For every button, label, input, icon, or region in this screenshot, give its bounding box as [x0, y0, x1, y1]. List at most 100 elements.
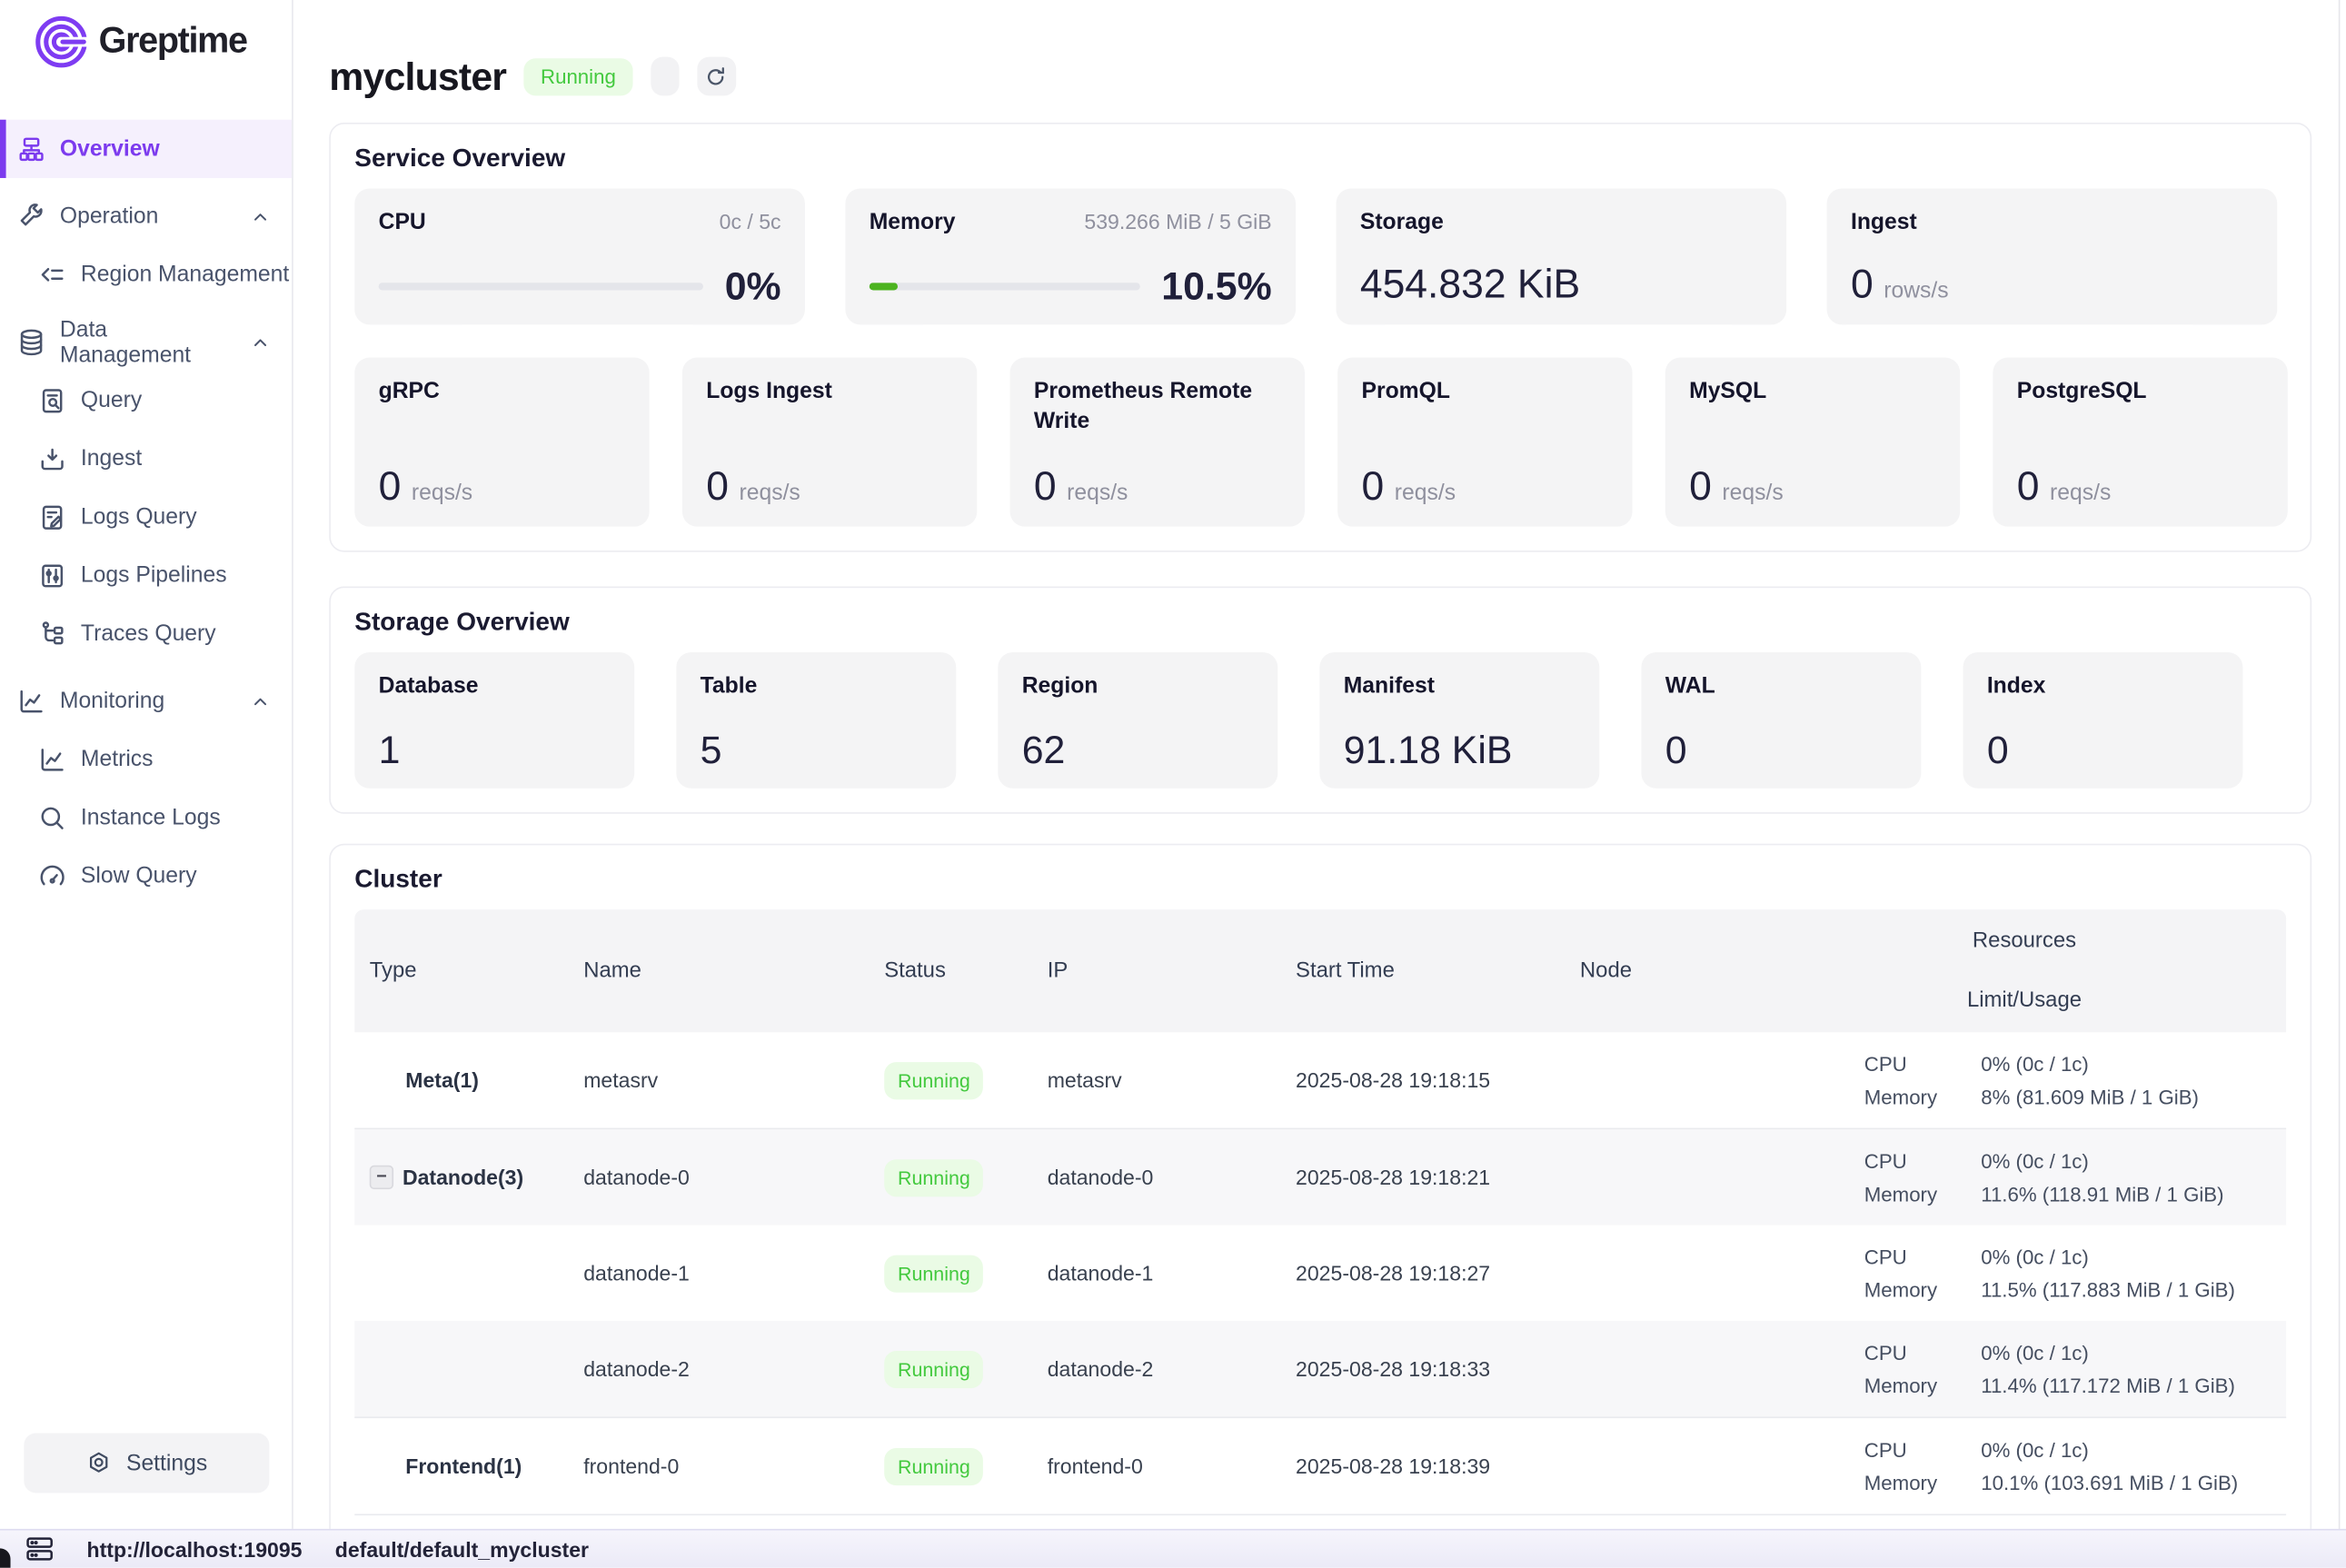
- greptime-spiral-icon: [32, 12, 92, 72]
- cell-name: datanode-2: [569, 1357, 870, 1381]
- cell-status: Running: [870, 1061, 1032, 1098]
- collapse-button[interactable]: −: [370, 1166, 393, 1189]
- sidebar-item-data-management[interactable]: Data Management: [0, 313, 292, 371]
- column-header-start-time: Start Time: [1281, 959, 1566, 983]
- sidebar-item-operation[interactable]: Operation: [0, 187, 292, 245]
- cell-ip: datanode-1: [1032, 1261, 1280, 1285]
- value-row: 0: [1665, 730, 1897, 769]
- refresh-icon: [703, 64, 729, 89]
- sidebar-item-label: Instance Logs: [81, 805, 221, 830]
- table-row: −Datanode(3)datanode-0Runningdatanode-02…: [354, 1129, 2286, 1225]
- column-header-resources: Resources Limit/Usage: [1849, 909, 2286, 1032]
- sidebar-item-region-management[interactable]: Region Management: [0, 245, 292, 303]
- sidebar-item-label: Ingest: [81, 446, 142, 471]
- chevron-up-icon[interactable]: [248, 689, 272, 712]
- cell-name: metasrv: [569, 1068, 870, 1092]
- card-label: gRPC: [379, 377, 626, 406]
- card-label: Logs Ingest: [706, 377, 953, 406]
- service-overview-panel: Service Overview CPU0c / 5c0%Memory539.2…: [329, 123, 2311, 552]
- statusbar-database: default/default_mycluster: [335, 1537, 589, 1561]
- chevron-up-icon[interactable]: [248, 330, 272, 353]
- rate-value: 0: [379, 467, 402, 507]
- sidebar-item-query[interactable]: Query: [0, 371, 292, 429]
- storage-value: 0: [1987, 730, 2009, 769]
- gauge-icon: [37, 861, 67, 891]
- resource-memory-line: Memory11.6% (118.91 MiB / 1 GiB): [1864, 1183, 2286, 1206]
- sidebar-item-slow-query[interactable]: Slow Query: [0, 847, 292, 905]
- resource-cpu-line: CPU0% (0c / 1c): [1864, 1245, 2286, 1268]
- sidebar-item-label: Metrics: [81, 747, 154, 772]
- secondary-action-button[interactable]: [651, 57, 679, 96]
- storage-card-index: Index0: [1963, 652, 2242, 789]
- cell-resources: CPU0% (0c / 1c)Memory11.6% (118.91 MiB /…: [1849, 1149, 2286, 1205]
- value-row: 0reqs/s: [2017, 467, 2264, 507]
- storage-value: 1: [379, 730, 401, 769]
- main-content: mycluster Running Service Overview CPU0c…: [294, 0, 2346, 1529]
- card-label: Ingest: [1851, 208, 1917, 237]
- traces-icon: [37, 619, 67, 649]
- resource-memory-line: Memory11.4% (117.172 MiB / 1 GiB): [1864, 1374, 2286, 1396]
- storage-value: 5: [701, 730, 722, 769]
- value-row: 0reqs/s: [1361, 467, 1608, 507]
- resource-memory-line: Memory10.1% (103.691 MiB / 1 GiB): [1864, 1472, 2286, 1494]
- cell-ip: datanode-0: [1032, 1166, 1280, 1189]
- cell-ip: metasrv: [1032, 1068, 1280, 1092]
- settings-button[interactable]: Settings: [24, 1434, 269, 1494]
- resource-cpu-line: CPU0% (0c / 1c): [1864, 1438, 2286, 1461]
- chevron-up-icon[interactable]: [248, 204, 272, 228]
- gauge-row: 10.5%: [870, 266, 1272, 305]
- cell-type: Meta(1): [354, 1068, 568, 1092]
- sidebar: Greptime Overview Operation Region Managem…: [0, 0, 293, 1529]
- cell-status: Running: [870, 1350, 1032, 1387]
- statusbar-url: http://localhost:19095: [87, 1537, 303, 1561]
- column-header-node: Node: [1565, 959, 1849, 983]
- resources-label: Resources: [1849, 929, 2199, 953]
- resource-memory-label: Memory: [1864, 1374, 1981, 1396]
- search-icon: [37, 802, 67, 832]
- rate-value: 0: [706, 467, 729, 507]
- card-label: PromQL: [1361, 377, 1608, 406]
- type-label: Frontend(1): [405, 1454, 522, 1478]
- resource-cpu-value: 0% (0c / 1c): [1981, 1438, 2089, 1461]
- resource-memory-value: 11.5% (117.883 MiB / 1 GiB): [1981, 1278, 2235, 1301]
- resource-cpu-label: CPU: [1864, 1149, 1981, 1172]
- query-icon: [37, 385, 67, 415]
- cell-resources: CPU0% (0c / 1c)Memory11.4% (117.172 MiB …: [1849, 1341, 2286, 1396]
- storage-card-manifest: Manifest91.18 KiB: [1319, 652, 1599, 789]
- table-row: datanode-1Runningdatanode-12025-08-28 19…: [354, 1226, 2286, 1321]
- brand-name: Greptime: [99, 21, 247, 63]
- cell-status: Running: [870, 1158, 1032, 1196]
- sidebar-item-traces-query[interactable]: Traces Query: [0, 604, 292, 662]
- table-row: Meta(1)metasrvRunningmetasrv2025-08-28 1…: [354, 1032, 2286, 1129]
- refresh-button[interactable]: [697, 57, 736, 96]
- storage-overview-panel: Storage Overview Database1Table5Region62…: [329, 587, 2311, 814]
- value-row: 0rows/s: [1851, 264, 2253, 304]
- resource-memory-label: Memory: [1864, 1278, 1981, 1301]
- sidebar-item-ingest[interactable]: Ingest: [0, 430, 292, 488]
- cell-name: datanode-1: [569, 1261, 870, 1285]
- sidebar-item-logs-pipelines[interactable]: Logs Pipelines: [0, 546, 292, 604]
- column-header-type: Type: [354, 959, 568, 983]
- server-icon: [25, 1536, 54, 1562]
- card-label: Prometheus Remote Write: [1034, 377, 1281, 435]
- stat-value: 454.832 KiB: [1360, 264, 1580, 304]
- service-card-postgresql: PostgreSQL0reqs/s: [1993, 358, 2287, 527]
- sidebar-item-instance-logs[interactable]: Instance Logs: [0, 789, 292, 847]
- sidebar-item-label: Region Management: [81, 262, 289, 287]
- card-top: Ingest: [1851, 208, 2253, 237]
- sidebar-item-overview[interactable]: Overview: [0, 120, 292, 178]
- resource-memory-line: Memory11.5% (117.883 MiB / 1 GiB): [1864, 1278, 2286, 1301]
- logs-pipelines-icon: [37, 561, 67, 590]
- resource-memory-value: 11.4% (117.172 MiB / 1 GiB): [1981, 1374, 2235, 1396]
- rate-unit: reqs/s: [1067, 481, 1128, 506]
- status-badge: Running: [884, 1350, 983, 1387]
- resource-memory-value: 11.6% (118.91 MiB / 1 GiB): [1981, 1183, 2223, 1206]
- sidebar-item-logs-query[interactable]: Logs Query: [0, 488, 292, 546]
- cluster-table: Type Name Status IP Start Time Node Reso…: [354, 909, 2286, 1515]
- sidebar-item-metrics[interactable]: Metrics: [0, 730, 292, 789]
- service-card-storage: Storage454.832 KiB: [1337, 188, 1787, 324]
- sidebar-item-monitoring[interactable]: Monitoring: [0, 671, 292, 729]
- gear-icon: [86, 1450, 114, 1477]
- resource-cpu-label: CPU: [1864, 1438, 1981, 1461]
- percent-value: 10.5%: [1161, 266, 1271, 305]
